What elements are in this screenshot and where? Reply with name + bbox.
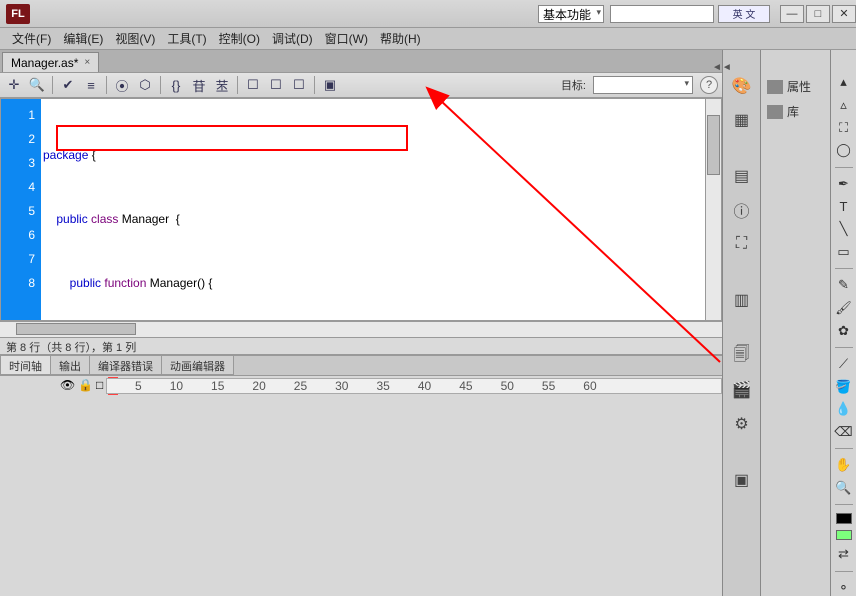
code-editor[interactable]: 1234 5678 package { public class Manager… [0,98,722,321]
menu-file[interactable]: 文件(F) [6,28,57,49]
bone-tool-icon[interactable]: ⟋ [834,356,854,373]
titlebar: FL 基本功能 英 文 — □ ✕ [0,0,856,28]
vertical-scrollbar[interactable] [705,99,721,320]
menu-control[interactable]: 控制(O) [213,28,266,49]
swap-colors-icon[interactable]: ⇄ [834,546,854,563]
lock-icon[interactable]: 🔒 [78,378,90,390]
menu-view[interactable]: 视图(V) [109,28,161,49]
help-icon[interactable]: ? [700,76,718,94]
panel-dock-icons: 🎨 ▦ ▤ ⓘ ⛶ ▥ 🗐 🎬 ⚙ ▣ [722,50,760,596]
menu-help[interactable]: 帮助(H) [374,28,427,49]
properties-icon [767,80,783,94]
block-comment-icon[interactable]: ☐ [289,75,309,95]
free-transform-tool-icon[interactable]: ⛶ [834,119,854,136]
expand-icon[interactable]: 苤 [212,75,232,95]
target-combo[interactable] [593,76,693,94]
tab-compiler-errors[interactable]: 编译器错误 [89,356,162,375]
properties-panel-button[interactable]: 属性 [761,74,830,99]
pencil-tool-icon[interactable]: ✎ [834,277,854,294]
collapse-panels-icon[interactable]: ◄◄ [712,62,726,76]
menu-edit[interactable]: 编辑(E) [57,28,109,49]
zoom-tool-icon[interactable]: 🔍 [834,480,854,497]
collapse-icon[interactable]: 苷 [189,75,209,95]
tab-timeline[interactable]: 时间轴 [0,356,51,375]
hint-icon[interactable]: ⦿ [112,75,132,95]
tools-panel: ▴ ▵ ⛶ ◯ ✒ T ╲ ▭ ✎ 🖌 ✿ ⟋ 🪣 💧 ⌫ ✋ 🔍 ⇄ ⚬ [830,50,856,596]
debug-icon[interactable]: ⬡ [135,75,155,95]
fill-color-swatch[interactable] [836,530,852,540]
options-icon[interactable]: ▣ [320,75,340,95]
actionscript-toolbar: ✛ 🔍 ✔ ≡ ⦿ ⬡ {} 苷 苤 ☐ ☐ ☐ ▣ 目标: ? [0,72,722,98]
eraser-tool-icon[interactable]: ⌫ [834,424,854,441]
comment-icon[interactable]: ☐ [243,75,263,95]
code-area[interactable]: package { public class Manager { public … [41,99,721,320]
minimize-button[interactable]: — [780,5,804,23]
color-panel-icon[interactable]: 🎨 [730,74,754,98]
timeline-ruler[interactable]: 51015 202530 354045 505560 [106,378,722,394]
rectangle-tool-icon[interactable]: ▭ [834,243,854,260]
brace-icon[interactable]: {} [166,75,186,95]
maximize-button[interactable]: □ [806,5,830,23]
subselection-tool-icon[interactable]: ▵ [834,97,854,114]
text-tool-icon[interactable]: T [834,198,854,215]
pen-tool-icon[interactable]: ✒ [834,175,854,192]
close-button[interactable]: ✕ [832,5,856,23]
selection-tool-icon[interactable]: ▴ [834,74,854,91]
deco-tool-icon[interactable]: ✿ [834,322,854,339]
layer-controls[interactable]: 👁 🔒 □ [60,378,108,390]
search-lang-button[interactable]: 英 文 [718,5,770,23]
align-panel-icon[interactable]: ▤ [730,164,754,188]
check-icon[interactable]: ✔ [58,75,78,95]
line-tool-icon[interactable]: ╲ [834,221,854,238]
add-icon[interactable]: ✛ [4,75,24,95]
lasso-tool-icon[interactable]: ◯ [834,142,854,159]
app-logo: FL [6,4,30,24]
snap-icon[interactable]: ⚬ [834,579,854,596]
brush-tool-icon[interactable]: 🖌 [834,300,854,317]
uncomment-icon[interactable]: ☐ [266,75,286,95]
tab-output[interactable]: 输出 [50,356,90,375]
close-tab-icon[interactable]: × [84,57,90,68]
tab-motion-editor[interactable]: 动画编辑器 [161,356,234,375]
stroke-color-swatch[interactable] [836,513,852,523]
line-gutter: 1234 5678 [1,99,41,320]
behaviors-panel-icon[interactable]: ⚙ [730,412,754,436]
search-input[interactable] [610,5,714,23]
info-panel-icon[interactable]: ⓘ [730,198,754,222]
library-panel-button[interactable]: 库 [761,99,830,124]
components-panel-icon[interactable]: ▣ [730,468,754,492]
hand-tool-icon[interactable]: ✋ [834,457,854,474]
menubar: 文件(F) 编辑(E) 视图(V) 工具(T) 控制(O) 调试(D) 窗口(W… [0,28,856,50]
find-icon[interactable]: 🔍 [27,75,47,95]
scene-panel-icon[interactable]: 🎬 [730,378,754,402]
status-line: 第 8 行（共 8 行），第 1 列 [0,337,722,355]
panel-dock-labels: 属性 库 [760,50,830,596]
history-panel-icon[interactable]: 🗐 [730,344,754,368]
menu-debug[interactable]: 调试(D) [266,28,319,49]
document-tab[interactable]: Manager.as* × [2,52,99,72]
library-panel-icon[interactable]: ▥ [730,288,754,312]
timeline-panel[interactable]: 👁 🔒 □ 51015 202530 354045 505560 [0,375,722,596]
eyedropper-tool-icon[interactable]: 💧 [834,401,854,418]
menu-window[interactable]: 窗口(W) [319,28,374,49]
transform-panel-icon[interactable]: ⛶ [730,232,754,256]
bottom-panel-tabs: 时间轴 输出 编译器错误 动画编辑器 [0,355,722,375]
document-tab-label: Manager.as* [11,56,78,70]
library-icon [767,105,783,119]
target-label: 目标: [561,77,586,93]
swatches-panel-icon[interactable]: ▦ [730,108,754,132]
menu-tools[interactable]: 工具(T) [161,28,212,49]
eye-icon[interactable]: 👁 [60,378,72,390]
workspace-combo[interactable]: 基本功能 [538,5,604,23]
paint-bucket-tool-icon[interactable]: 🪣 [834,378,854,395]
document-tabs: Manager.as* × [0,50,722,72]
horizontal-scrollbar[interactable] [0,321,722,337]
format-icon[interactable]: ≡ [81,75,101,95]
